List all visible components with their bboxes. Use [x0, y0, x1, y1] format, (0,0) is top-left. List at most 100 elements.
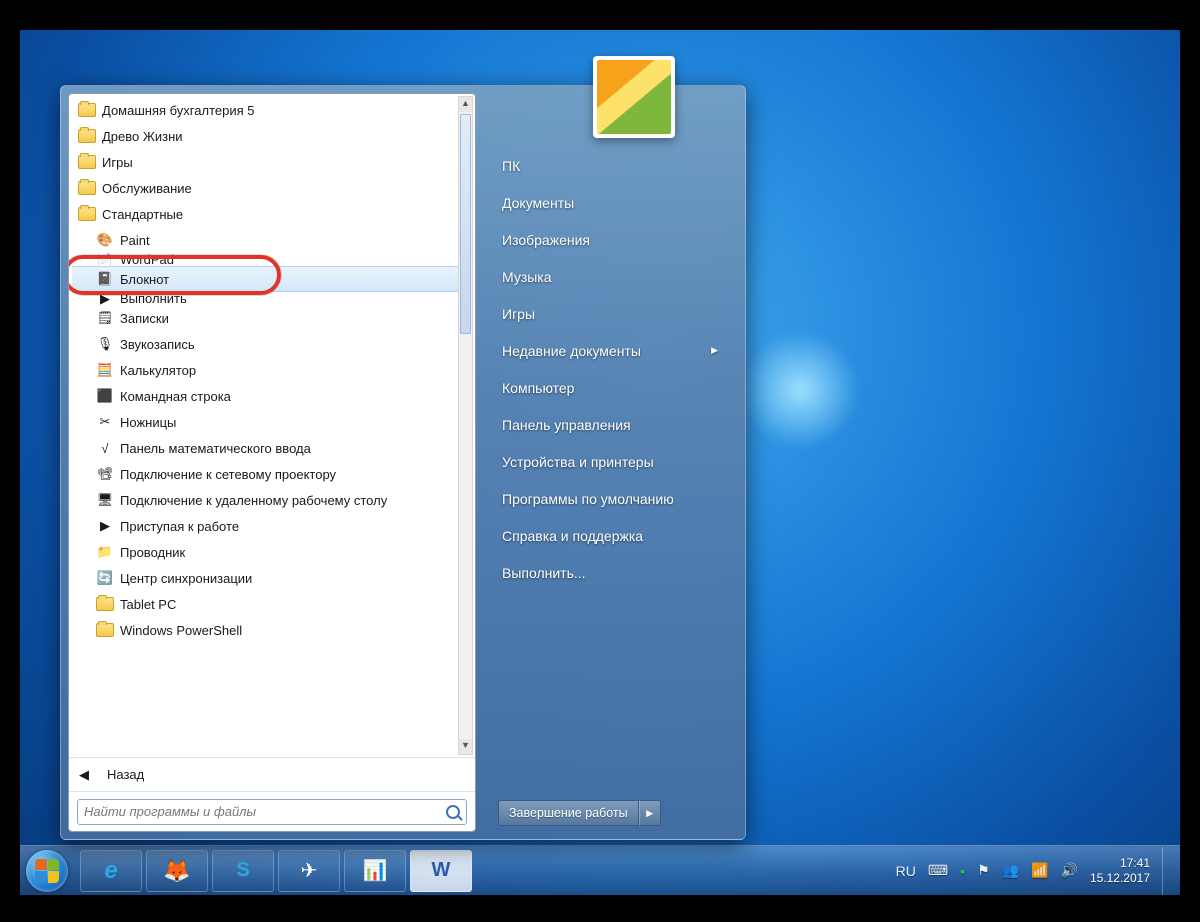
program-folder[interactable]: Tablet PC	[72, 591, 458, 617]
app-icon: ▶	[96, 517, 114, 535]
taskbar-app-internet-explorer[interactable]: e	[80, 850, 142, 892]
program-item[interactable]: 🧮Калькулятор	[72, 357, 458, 383]
app-icon: ▶	[96, 292, 114, 305]
program-item[interactable]: 📁Проводник	[72, 539, 458, 565]
start-right-link[interactable]: Музыка	[498, 258, 724, 295]
start-right-link[interactable]: Компьютер	[498, 369, 724, 406]
folder-icon	[96, 597, 114, 611]
start-right-link[interactable]: Справка и поддержка	[498, 517, 724, 554]
start-right-link[interactable]: ПК	[498, 147, 724, 184]
app-label: Ножницы	[120, 415, 176, 430]
right-link-label: Изображения	[502, 232, 590, 248]
program-item[interactable]: 🎨Paint	[72, 227, 458, 253]
scroll-down-arrow[interactable]: ▼	[459, 739, 472, 754]
right-link-label: Устройства и принтеры	[502, 454, 654, 470]
action-center-icon[interactable]: ⚑	[977, 862, 990, 879]
app-label: Подключение к сетевому проектору	[120, 467, 336, 482]
system-tray: RU ⌨ ▪ ⚑ 👥 📶 🔊 17:41 15.12.2017	[896, 847, 1180, 895]
app-icon: 🎙	[96, 335, 114, 353]
taskbar-app-task-manager[interactable]: 📊	[344, 850, 406, 892]
show-desktop-button[interactable]	[1162, 847, 1176, 895]
program-item[interactable]: ▶ Приступая к работе	[72, 513, 458, 539]
right-link-label: Игры	[502, 306, 535, 322]
start-menu-right-panel: ПКДокументы Изображения Музыка Игры Недавние…	[484, 93, 738, 832]
app-label: Подключение к удаленному рабочему столу	[120, 493, 387, 508]
start-menu: Домашняя бухгалтерия 5 Древо Жизни Игры Обс…	[60, 85, 746, 840]
program-folder[interactable]: Домашняя бухгалтерия 5	[72, 97, 458, 123]
app-label: Приступая к работе	[120, 519, 239, 534]
folder-label: Древо Жизни	[102, 129, 183, 144]
program-item[interactable]: 📓Блокнот	[72, 266, 458, 292]
start-right-link[interactable]: Игры	[498, 295, 724, 332]
search-input[interactable]: Найти программы и файлы	[77, 799, 467, 825]
program-item[interactable]: 🗒Записки	[72, 305, 458, 331]
program-item[interactable]: 🎙 Звукозапись	[72, 331, 458, 357]
keyboard-icon[interactable]: ⌨	[928, 862, 948, 879]
folder-icon	[78, 155, 96, 169]
program-item[interactable]: 🔄 Центр синхронизации	[72, 565, 458, 591]
start-right-link[interactable]: Недавние документы	[498, 332, 724, 369]
app-label: Блокнот	[120, 272, 169, 287]
search-placeholder: Найти программы и файлы	[84, 804, 256, 819]
network-icon[interactable]: 👥	[1002, 862, 1019, 879]
folder-label: Windows PowerShell	[120, 623, 242, 638]
program-item[interactable]: √ Панель математического ввода	[72, 435, 458, 461]
start-right-link[interactable]: Программы по умолчанию	[498, 480, 724, 517]
program-item[interactable]: 🖥Подключение к удаленному рабочему столу	[72, 487, 458, 513]
program-folder[interactable]: Обслуживание	[72, 175, 458, 201]
shutdown-options-arrow[interactable]: ▶	[639, 800, 661, 826]
user-picture[interactable]	[593, 56, 675, 138]
app-icon: 🗒	[96, 309, 114, 327]
app-icon: 🧮	[96, 361, 114, 379]
shutdown-button[interactable]: Завершение работы	[498, 800, 639, 826]
start-right-link[interactable]: Панель управления	[498, 406, 724, 443]
app-label: Панель математического ввода	[120, 441, 311, 456]
scroll-up-arrow[interactable]: ▲	[459, 97, 472, 112]
tray-language[interactable]: RU	[896, 863, 916, 879]
program-item[interactable]: 📽Подключение к сетевому проектору	[72, 461, 458, 487]
tray-icon[interactable]: ▪	[960, 863, 965, 879]
start-right-link[interactable]: Устройства и принтеры	[498, 443, 724, 480]
app-label: Звукозапись	[120, 337, 195, 352]
right-link-label: Компьютер	[502, 380, 574, 396]
scroll-thumb[interactable]	[460, 114, 471, 334]
program-folder[interactable]: Древо Жизни	[72, 123, 458, 149]
program-folder[interactable]: Стандартные	[72, 201, 458, 227]
program-folder[interactable]: Игры	[72, 149, 458, 175]
start-button[interactable]	[20, 847, 74, 895]
program-item[interactable]: 📄WordPad	[72, 253, 458, 266]
program-item[interactable]: ✂Ножницы	[72, 409, 458, 435]
desktop[interactable]: Домашняя бухгалтерия 5 Древо Жизни Игры Обс…	[20, 30, 1180, 895]
right-link-label: Музыка	[502, 269, 552, 285]
taskbar-app-skype[interactable]: S	[212, 850, 274, 892]
app-icon: ⬛	[96, 387, 114, 405]
search-icon	[446, 805, 460, 819]
volume-icon[interactable]: 🔊	[1061, 862, 1078, 879]
folder-label: Домашняя бухгалтерия 5	[102, 103, 255, 118]
app-label: WordPad	[120, 253, 174, 266]
app-label: Центр синхронизации	[120, 571, 252, 586]
program-item[interactable]: ▶ Выполнить	[72, 292, 458, 305]
app-icon: √	[96, 439, 114, 457]
folder-icon	[78, 103, 96, 117]
taskbar-app-firefox[interactable]: 🦊	[146, 850, 208, 892]
start-right-link[interactable]: Изображения	[498, 221, 724, 258]
taskbar-app-telegram[interactable]: ✈	[278, 850, 340, 892]
start-right-link[interactable]: Документы	[498, 184, 724, 221]
app-label: Выполнить	[120, 292, 187, 305]
folder-label: Игры	[102, 155, 133, 170]
start-right-link[interactable]: Выполнить...	[498, 554, 724, 591]
right-link-label: Справка и поддержка	[502, 528, 643, 544]
program-item[interactable]: ⬛Командная строка	[72, 383, 458, 409]
wifi-icon[interactable]: 📶	[1031, 862, 1048, 879]
folder-icon	[78, 207, 96, 221]
taskbar-app-word[interactable]: W	[410, 850, 472, 892]
start-menu-left-panel: Домашняя бухгалтерия 5 Древо Жизни Игры Обс…	[68, 93, 476, 832]
program-folder[interactable]: Windows PowerShell	[72, 617, 458, 643]
back-button[interactable]: ◀ Назад	[69, 757, 475, 791]
app-icon: 🎨	[96, 231, 114, 249]
app-icon: 🔄	[96, 569, 114, 587]
taskbar-clock[interactable]: 17:41 15.12.2017	[1090, 856, 1150, 885]
programs-scrollbar[interactable]: ▲ ▼	[458, 96, 473, 755]
back-label: Назад	[107, 767, 144, 782]
